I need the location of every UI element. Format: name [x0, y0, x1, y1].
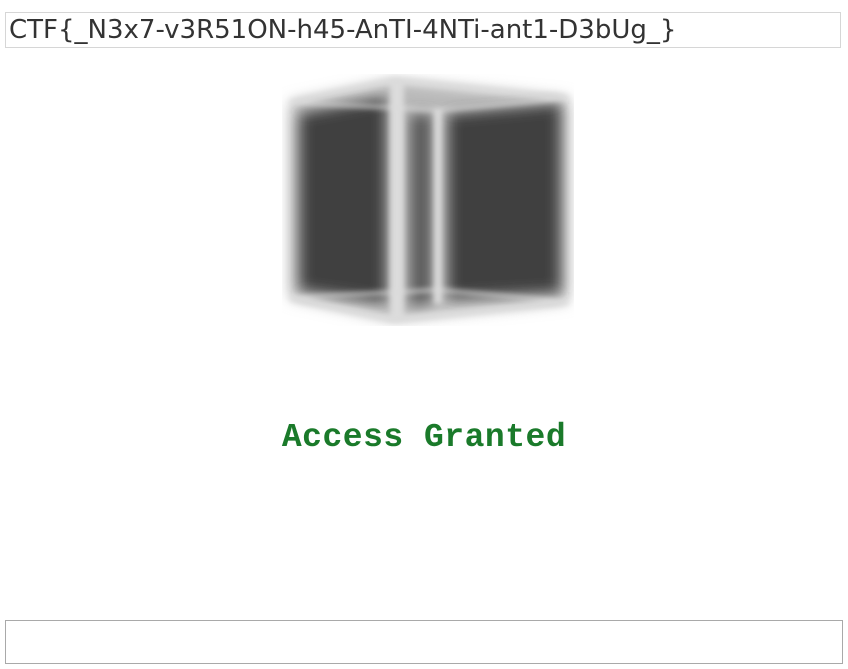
cube-faces — [300, 98, 560, 306]
cube-graphic — [282, 74, 574, 326]
answer-input[interactable] — [5, 620, 843, 664]
cube-icon — [289, 77, 569, 323]
flag-display: CTF{_N3x7-v3R51ON-h45-AnTI-4NTi-ant1-D3b… — [5, 12, 841, 48]
access-status: Access Granted — [281, 419, 567, 456]
